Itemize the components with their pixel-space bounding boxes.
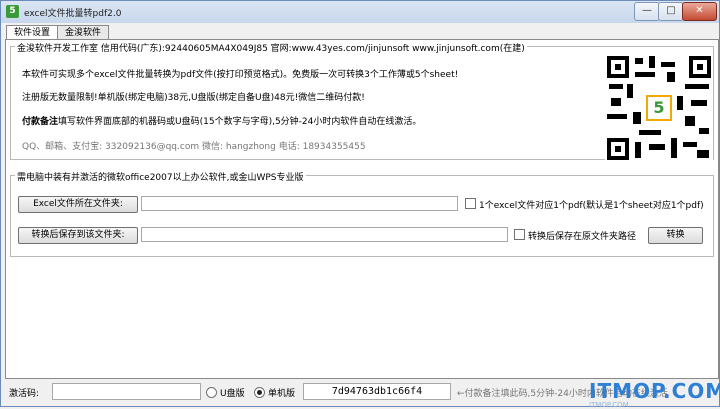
qr-logo: 5 (646, 95, 672, 121)
watermark-text: ITMOP.COM (589, 379, 720, 403)
qr-module (683, 142, 697, 147)
site-watermark: ITMOP.COM ITMOP.COM (589, 379, 720, 409)
source-folder-button[interactable]: Excel文件所在文件夹: (18, 196, 138, 213)
tab-jinjun-soft[interactable]: 金浚软件 (57, 25, 109, 40)
qr-finder-bottom-left (607, 138, 629, 160)
qr-module (609, 84, 623, 89)
qr-module (633, 112, 641, 124)
maximize-button[interactable]: □ (658, 2, 684, 21)
qr-module (649, 144, 665, 150)
info-line-3: 付款备注填写软件界面底部的机器码或U盘码(15个数字与字母),5分钟-24小时内… (22, 114, 421, 127)
qr-module (691, 100, 707, 106)
qr-module (635, 142, 641, 158)
qr-module (671, 138, 677, 158)
qr-module (611, 98, 621, 106)
qr-module (635, 58, 643, 64)
activation-code-input[interactable] (52, 383, 201, 400)
one-pdf-per-file-checkbox[interactable] (465, 198, 476, 209)
title-bar[interactable]: 5 excel文件批量转pdf2.0 — □ ✕ (1, 1, 719, 23)
info-group: 金浚软件开发工作室 信用代码(广东):92440605MA4X049J85 官网… (10, 41, 714, 162)
qr-module (635, 72, 655, 77)
convert-group: 需电脑中装有并激活的微软office2007以上办公软件,或金山WPS专业版 E… (10, 170, 714, 257)
qr-module (667, 72, 675, 82)
qr-module (699, 128, 709, 134)
qr-module (649, 56, 655, 68)
qr-module (685, 116, 695, 126)
watermark-subtext: ITMOP.COM (589, 401, 629, 409)
convert-group-legend: 需电脑中装有并激活的微软office2007以上办公软件,或金山WPS专业版 (15, 170, 306, 183)
convert-button[interactable]: 转换 (648, 227, 703, 244)
standalone-version-radio[interactable] (254, 387, 265, 398)
minimize-button[interactable]: — (634, 2, 660, 21)
machine-code: 7d94763db1c66f4 (303, 383, 451, 400)
settings-panel: 金浚软件开发工作室 信用代码(广东):92440605MA4X049J85 官网… (5, 39, 719, 379)
info-line-2: 注册版无数量限制!单机版(绑定电脑)38元,U盘版(绑定自备U盘)48元!微信二… (22, 93, 365, 103)
source-folder-input[interactable] (141, 196, 458, 211)
qr-finder-top-right (689, 56, 711, 78)
qr-module (685, 84, 709, 89)
main-window: 5 excel文件批量转pdf2.0 — □ ✕ 软件设置 金浚软件 金浚软件开… (0, 0, 720, 409)
info-group-legend: 金浚软件开发工作室 信用代码(广东):92440605MA4X049J85 官网… (15, 41, 527, 54)
payment-note-text: 填写软件界面底部的机器码或U盘码(15个数字与字母),5分钟-24小时内软件自动… (58, 117, 422, 127)
target-folder-button[interactable]: 转换后保存到该文件夹: (18, 227, 138, 244)
info-line-1: 本软件可实现多个excel文件批量转换为pdf文件(按打印预览格式)。免费版一次… (22, 70, 459, 80)
qr-module (607, 114, 627, 119)
qr-module (697, 150, 709, 158)
qr-module (639, 130, 661, 135)
app-icon: 5 (6, 5, 19, 18)
standalone-version-label: 单机版 (268, 389, 296, 399)
usb-version-label: U盘版 (220, 389, 245, 399)
usb-version-radio[interactable] (206, 387, 217, 398)
wechat-qr-code: 5 (605, 54, 713, 162)
one-pdf-per-file-label: 1个excel文件对应1个pdf(默认是1个sheet对应1个pdf) (479, 201, 704, 211)
qr-module (627, 84, 633, 98)
save-in-original-path-checkbox[interactable] (514, 229, 525, 240)
close-button[interactable]: ✕ (682, 2, 717, 21)
qr-module (661, 62, 675, 67)
qr-module (677, 96, 683, 110)
contact-info: QQ、邮箱、支付宝: 332092136@qq.com 微信: hangzhon… (22, 142, 366, 152)
activation-code-label: 激活码: (9, 389, 40, 399)
save-in-original-path-label: 转换后保存在原文件夹路径 (528, 232, 637, 242)
target-folder-input[interactable] (141, 227, 508, 242)
qr-finder-top-left (607, 56, 629, 78)
payment-note-label: 付款备注 (22, 117, 59, 127)
window-title: excel文件批量转pdf2.0 (24, 9, 122, 19)
